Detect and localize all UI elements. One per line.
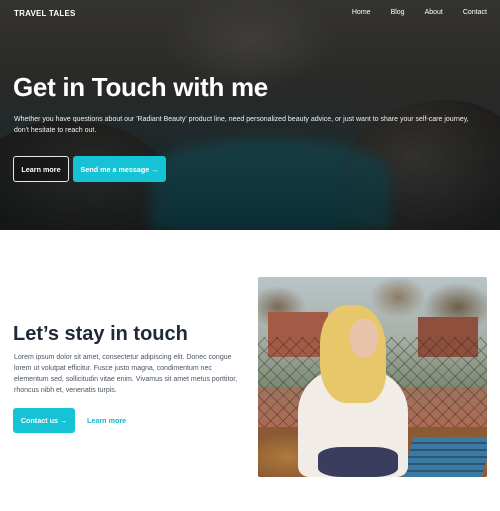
nav-item-contact[interactable]: Contact <box>463 9 487 16</box>
woman-on-tennis-court-photo <box>258 277 487 477</box>
nav-item-home[interactable]: Home <box>352 9 371 16</box>
send-message-button[interactable]: Send me a message → <box>73 156 166 182</box>
brand-logo[interactable]: TRAVEL TALES <box>14 9 76 18</box>
learn-more-button[interactable]: Learn more <box>13 156 69 182</box>
hero-title: Get in Touch with me <box>13 72 268 102</box>
top-navigation: TRAVEL TALES Home Blog About Contact <box>0 0 500 28</box>
section-description: Lorem ipsum dolor sit amet, consectetur … <box>14 354 238 394</box>
nav-item-blog[interactable]: Blog <box>391 9 405 16</box>
contact-us-button[interactable]: Contact us → <box>13 408 75 433</box>
photo-person-face <box>350 319 378 357</box>
hero-description: Whether you have questions about our 'Ra… <box>14 116 469 134</box>
photo-person-legs <box>318 447 398 477</box>
photo-bench <box>402 437 487 477</box>
learn-more-link[interactable]: Learn more <box>87 416 126 425</box>
section-title: Let’s stay in touch <box>13 323 188 345</box>
hero-section: TRAVEL TALES Home Blog About Contact Get… <box>0 0 500 230</box>
photo-person-hair <box>320 305 386 403</box>
nav-item-about[interactable]: About <box>425 9 443 16</box>
nav-links: Home Blog About Contact <box>352 9 487 16</box>
